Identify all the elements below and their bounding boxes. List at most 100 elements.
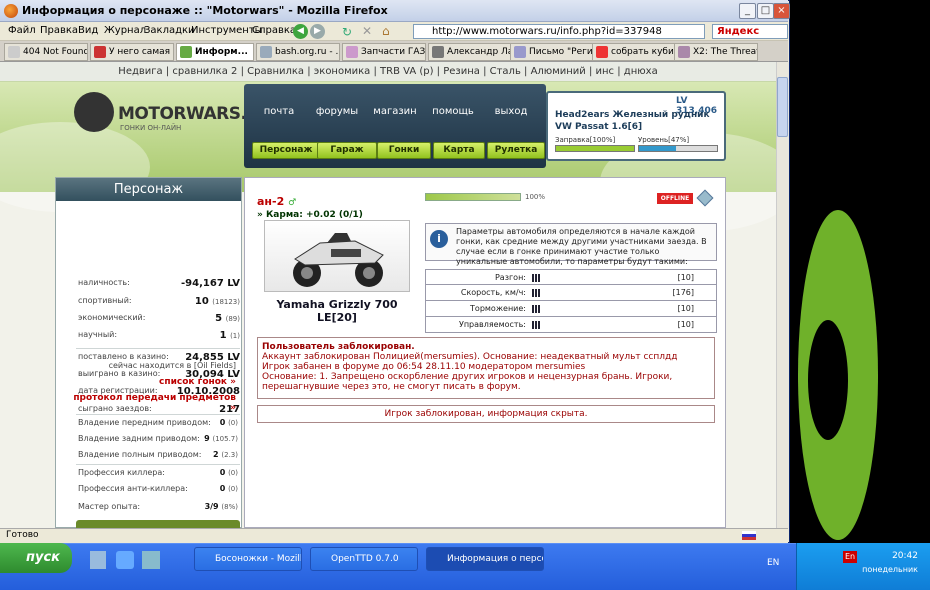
tab-4[interactable]: bash.org.ru - ... xyxy=(256,43,340,61)
start-button[interactable]: пуск xyxy=(0,543,72,573)
day-of-week: понедельник xyxy=(862,565,918,574)
spec-row: Торможение: [10] xyxy=(425,301,717,317)
car-model-name[interactable]: Yamaha Grizzly 700 LE[20] xyxy=(257,298,417,324)
maximize-button[interactable]: □ xyxy=(757,3,774,19)
title-bar: Информация о персонаже :: "Motorwars" - … xyxy=(0,0,790,22)
language-indicator[interactable]: EN xyxy=(767,558,779,568)
decor-circle xyxy=(808,320,848,440)
btn-races[interactable]: Гонки xyxy=(377,142,431,159)
task-openttd[interactable]: OpenTTD 0.7.0 xyxy=(310,547,418,571)
nav-help[interactable]: помощь xyxy=(424,106,482,117)
player-info-box: LV 313,406 Head2ears Железный рудник VW … xyxy=(546,91,726,161)
page-icon xyxy=(432,46,444,58)
level-bar xyxy=(638,145,718,152)
scrollbar-thumb[interactable] xyxy=(777,77,788,137)
nav-mail[interactable]: почта xyxy=(250,106,308,117)
tab-3-active[interactable]: Информ... xyxy=(176,43,254,61)
minimize-button[interactable]: _ xyxy=(739,3,756,19)
location-text[interactable]: сейчас находится в [Oil Fields] xyxy=(71,361,236,370)
clock[interactable]: 20:42 xyxy=(858,551,918,561)
flag-icon xyxy=(742,531,756,540)
page-icon xyxy=(94,46,106,58)
ban-line-1: Аккаунт заблокирован Полицией(mersumies)… xyxy=(262,352,678,362)
skill-row: Владение задним приводом: 9 (105.7) xyxy=(78,434,238,443)
ban-line-3: Основание: 1. Запрещено оскорбление друг… xyxy=(262,372,673,392)
spec-row: Скорость, км/ч: [176] xyxy=(425,285,717,301)
tab-1[interactable]: 404 Not Found xyxy=(4,43,88,61)
ban-line-2: Игрок забанен в форуме до 06:54 28.11.10… xyxy=(262,362,586,372)
nav-exit[interactable]: выход xyxy=(482,106,540,117)
diamond-icon[interactable] xyxy=(696,189,714,207)
stat-row: спортивный: 10 (18123) xyxy=(78,296,240,307)
progress-bar xyxy=(425,193,521,201)
spec-row: Управляемость: [10] xyxy=(425,317,717,333)
btn-garage[interactable]: Гараж xyxy=(317,142,377,159)
mine-name[interactable]: Head2ears Железный рудник xyxy=(555,110,710,120)
menu-file[interactable]: Файл xyxy=(8,25,36,36)
tab-8[interactable]: собрать куби... xyxy=(592,43,676,61)
spec-row: Разгон: [10] xyxy=(425,269,717,285)
site-logo-sub: ГОНКИ ОН-ЛАЙН xyxy=(120,124,182,132)
back-button[interactable]: ◀ xyxy=(293,24,308,39)
skill-row: Профессия киллера: 0 (0) xyxy=(78,468,238,477)
firefox-icon xyxy=(4,4,18,18)
calculator-icon[interactable] xyxy=(90,551,106,569)
close-button[interactable]: × xyxy=(773,3,790,19)
tab-6[interactable]: Александр Ла... xyxy=(428,43,512,61)
tab-7[interactable]: Письмо "Регис... xyxy=(510,43,594,61)
btn-character[interactable]: Персонаж xyxy=(252,142,320,159)
karma-text: » Карма: +0.02 (0/1) xyxy=(257,210,363,220)
race-list-link[interactable]: список гонок » xyxy=(71,377,236,387)
car-image xyxy=(264,220,410,292)
skill-row: Мастер опыта: 3/9 (8%) xyxy=(78,502,238,511)
page-icon xyxy=(596,46,608,58)
ban-title: Пользователь заблокирован. xyxy=(262,342,415,352)
skill-row: Владение передним приводом: 0 (0) xyxy=(78,418,238,427)
window-title: Информация о персонаже :: "Motorwars" - … xyxy=(22,4,388,17)
player-nick: ан-2 ♂ xyxy=(257,195,297,208)
stop-icon[interactable]: ✕ xyxy=(362,24,372,38)
menu-bookmarks[interactable]: Закладки xyxy=(144,25,195,36)
tab-2[interactable]: У него самая с... xyxy=(90,43,174,61)
menu-view[interactable]: Вид xyxy=(78,25,98,36)
page-icon xyxy=(8,46,20,58)
keyboard-layout-icon[interactable]: En xyxy=(843,551,857,563)
url-input[interactable]: http://www.motorwars.ru/info.php?id=3379… xyxy=(413,24,705,39)
forward-button[interactable]: ▶ xyxy=(310,24,325,39)
menu-help[interactable]: Справка xyxy=(252,25,296,36)
character-sidebar: Персонаж наличность: -94,167 LV спортивны… xyxy=(55,177,242,528)
stat-row: научный: 1 (1) xyxy=(78,330,240,341)
quicklaunch-icon[interactable] xyxy=(116,551,134,569)
nav-shop[interactable]: магазин xyxy=(366,106,424,117)
level-label: Уровень[47%] xyxy=(638,136,690,144)
spec-bars xyxy=(532,305,541,313)
links-bar[interactable]: Недвига | сравнилка 2 | Сравнилка | экон… xyxy=(0,62,776,82)
status-bar: Готово xyxy=(0,528,788,543)
sidebar-title: Персонаж xyxy=(56,178,241,201)
tab-5[interactable]: Запчасти ГАЗ ... xyxy=(342,43,426,61)
spec-bars xyxy=(532,289,541,297)
divider xyxy=(76,414,240,415)
btn-roulette[interactable]: Рулетка xyxy=(487,142,545,159)
task-info[interactable]: Информация о персо... xyxy=(426,547,544,571)
web-page: Недвига | сравнилка 2 | Сравнилка | экон… xyxy=(0,62,776,528)
nav-forums[interactable]: форумы xyxy=(308,106,366,117)
menu-edit[interactable]: Правка xyxy=(40,25,78,36)
fuel-bar xyxy=(555,145,635,152)
search-input[interactable]: Яндекс xyxy=(712,24,788,39)
btn-map[interactable]: Карта xyxy=(433,142,485,159)
sidebar-button[interactable] xyxy=(76,520,240,528)
info-hidden-notice: Игрок заблокирован, информация скрыта. xyxy=(257,405,715,423)
home-icon[interactable]: ⌂ xyxy=(382,24,390,38)
reload-icon[interactable]: ↻ xyxy=(342,25,352,39)
menu-history[interactable]: Журнал xyxy=(104,25,146,36)
offline-badge: OFFLINE xyxy=(657,193,693,204)
spec-bars xyxy=(532,321,541,329)
transfer-log-link[interactable]: протокол передачи предметов » xyxy=(71,393,236,413)
car-name[interactable]: VW Passat 1.6[6] xyxy=(555,122,642,132)
params-notice: i Параметры автомобиля определяются в на… xyxy=(425,223,717,266)
tab-9[interactable]: X2: The Threat... xyxy=(674,43,758,61)
fuel-label: Заправка[100%] xyxy=(555,136,616,144)
task-mozilla[interactable]: Босоножки - Mozilla ... xyxy=(194,547,302,571)
network-icon[interactable] xyxy=(142,551,160,569)
